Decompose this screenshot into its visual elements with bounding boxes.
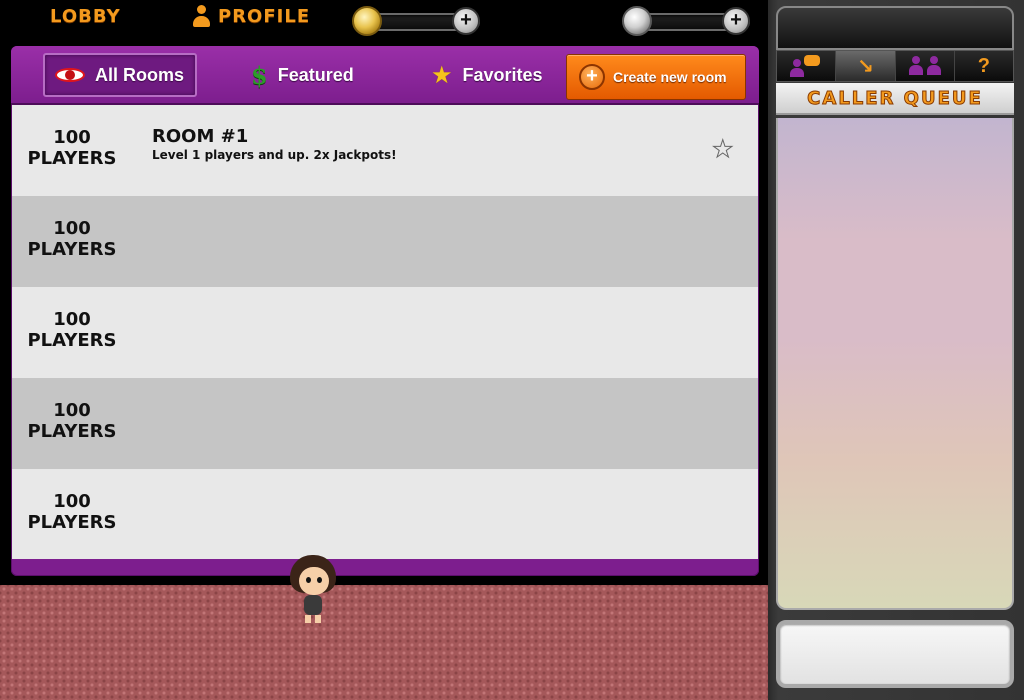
tab-featured[interactable]: $ Featured (251, 53, 354, 97)
avatar-torso (304, 595, 322, 615)
room-row[interactable]: 100 PLAYERS (12, 378, 758, 469)
player-count-label: PLAYERS (27, 239, 117, 260)
player-count-number: 100 (53, 127, 91, 148)
avatar-legs (305, 615, 321, 623)
player-avatar[interactable] (290, 555, 336, 625)
coin-balance: + (352, 6, 482, 36)
create-new-room-button[interactable]: + Create new room (566, 54, 746, 100)
nav-profile-label: PROFILE (218, 5, 311, 27)
room-name: ROOM #1 (152, 126, 249, 147)
caller-queue-list[interactable] (776, 118, 1014, 610)
room-description: Level 1 players and up. 2x Jackpots! (152, 148, 397, 162)
room-list: 100 PLAYERS ROOM #1 Level 1 players and … (12, 105, 758, 559)
side-input-box[interactable] (776, 620, 1014, 688)
side-title-bar: CALLER QUEUE (776, 83, 1014, 115)
nav-profile[interactable]: PROFILE (192, 5, 310, 27)
silver-coin-icon (622, 6, 652, 36)
player-count-label: PLAYERS (27, 330, 117, 351)
tab-featured-label: Featured (277, 64, 354, 85)
room-row[interactable]: 100 PLAYERS (12, 196, 758, 287)
help-icon: ? (977, 54, 990, 77)
room-player-count: 100 PLAYERS (12, 309, 132, 351)
gold-coin-icon (352, 6, 382, 36)
tab-favorites-label: Favorites (462, 64, 543, 85)
rooms-panel: All Rooms $ Featured ★ Favorites + Creat… (11, 46, 759, 576)
side-tabs: ↘ ? (776, 50, 1014, 82)
avatar-eye (306, 577, 311, 583)
avatar-face (299, 567, 329, 595)
room-tabs: All Rooms $ Featured ★ Favorites + Creat… (11, 46, 759, 105)
create-new-room-label: Create new room (613, 69, 727, 85)
add-silver-button[interactable]: + (722, 7, 750, 35)
add-coins-button[interactable]: + (452, 7, 480, 35)
tab-favorites[interactable]: ★ Favorites (431, 53, 543, 97)
tab-all-rooms[interactable]: All Rooms (43, 53, 197, 97)
side-tab-friends[interactable] (895, 51, 955, 81)
dollar-icon: $ (251, 60, 268, 90)
side-tab-chat[interactable] (777, 51, 837, 81)
player-count-label: PLAYERS (27, 148, 117, 169)
plus-icon: + (579, 64, 605, 90)
nav-lobby[interactable]: LOBBY (50, 6, 121, 27)
player-count-number: 100 (53, 309, 91, 330)
player-count-number: 100 (53, 400, 91, 421)
eye-icon (55, 66, 85, 84)
room-row[interactable]: 100 PLAYERS (12, 469, 758, 559)
avatar-eye (317, 577, 322, 583)
side-tab-help[interactable]: ? (954, 51, 1013, 81)
favorite-star-icon[interactable]: ★ (712, 135, 734, 164)
lobby-floor (0, 585, 768, 700)
side-tab-caller[interactable]: ↘ (836, 51, 896, 81)
room-player-count: 100 PLAYERS (12, 218, 132, 260)
side-panel: ↘ ? CALLER QUEUE (768, 0, 1024, 700)
room-player-count: 100 PLAYERS (12, 491, 132, 533)
person-icon (192, 5, 210, 27)
top-bar: LOBBY PROFILE + + (0, 0, 768, 44)
player-count-number: 100 (53, 491, 91, 512)
lever-icon: ↘ (856, 55, 874, 78)
star-icon: ★ (431, 61, 453, 89)
friends-icon (907, 56, 943, 76)
chat-icon (790, 55, 822, 77)
room-player-count: 100 PLAYERS (12, 127, 132, 169)
room-row[interactable]: 100 PLAYERS ROOM #1 Level 1 players and … (12, 105, 758, 196)
player-count-number: 100 (53, 218, 91, 239)
side-panel-title: CALLER QUEUE (807, 88, 983, 110)
tab-all-rooms-label: All Rooms (95, 64, 185, 85)
player-count-label: PLAYERS (27, 421, 117, 442)
room-player-count: 100 PLAYERS (12, 400, 132, 442)
player-count-label: PLAYERS (27, 512, 117, 533)
room-row[interactable]: 100 PLAYERS (12, 287, 758, 378)
side-panel-header (776, 6, 1014, 50)
silver-balance: + (622, 6, 752, 36)
